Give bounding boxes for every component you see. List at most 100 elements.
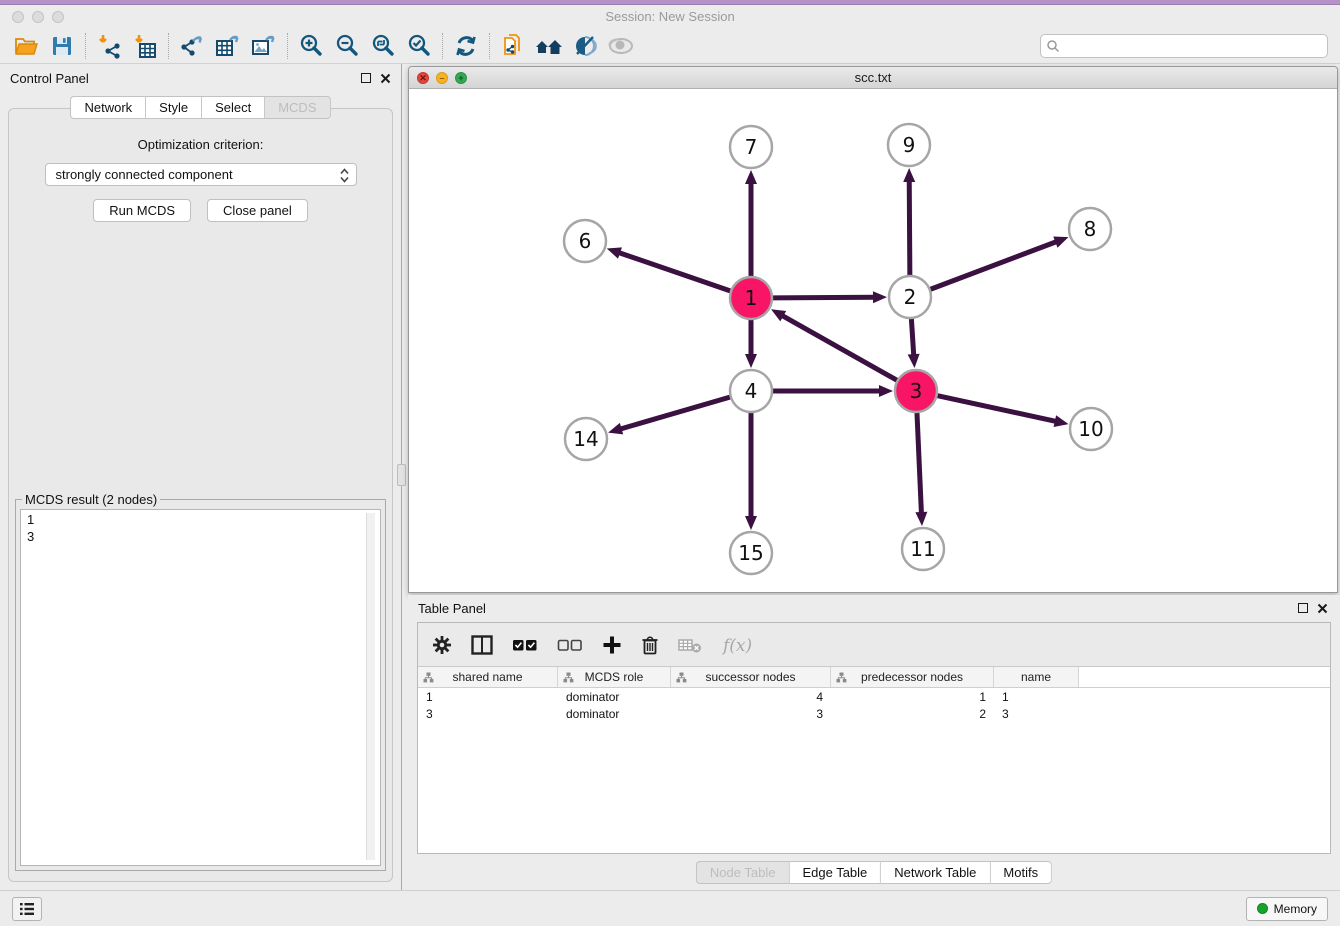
column-header-shared-name[interactable]: shared name bbox=[418, 667, 558, 687]
tab-node-table[interactable]: Node Table bbox=[696, 861, 790, 884]
home-icon bbox=[534, 34, 564, 58]
column-header-predecessor-nodes[interactable]: predecessor nodes bbox=[831, 667, 994, 687]
tab-select[interactable]: Select bbox=[202, 96, 265, 119]
graph-edge-arrowhead bbox=[607, 247, 622, 258]
toolbar-separator bbox=[489, 33, 490, 59]
table-cell[interactable]: 4 bbox=[671, 690, 831, 704]
select-all-icon[interactable] bbox=[512, 637, 538, 653]
table-cell[interactable]: dominator bbox=[558, 707, 671, 721]
table-cell[interactable]: 1 bbox=[994, 690, 1079, 704]
save-session-button[interactable] bbox=[44, 32, 80, 60]
table-cell[interactable]: 1 bbox=[831, 690, 994, 704]
column-layout-icon[interactable] bbox=[471, 635, 493, 655]
table-row[interactable]: 3 dominator 3 2 3 bbox=[418, 705, 1330, 722]
add-column-icon[interactable] bbox=[602, 635, 622, 655]
mcds-result-text[interactable]: 1 3 bbox=[20, 509, 381, 866]
toolbar-separator bbox=[287, 33, 288, 59]
toolbar-separator bbox=[168, 33, 169, 59]
hide-graphics-button[interactable] bbox=[567, 32, 603, 60]
deselect-all-icon[interactable] bbox=[557, 637, 583, 653]
search-field-wrap bbox=[1040, 34, 1328, 58]
vertical-splitter-handle[interactable] bbox=[397, 464, 406, 486]
table-cell[interactable]: dominator bbox=[558, 690, 671, 704]
graph-node-label: 2 bbox=[904, 285, 917, 309]
control-panel: Control Panel Network Style Select MCDS … bbox=[0, 64, 402, 890]
graph-node-label: 9 bbox=[903, 133, 916, 157]
optimization-criterion-dropdown[interactable]: strongly connected component bbox=[45, 163, 357, 186]
graph-edge-2-3[interactable] bbox=[911, 319, 913, 356]
memory-label: Memory bbox=[1274, 902, 1317, 916]
graph-edge-3-11[interactable] bbox=[917, 413, 921, 514]
table-cell[interactable]: 3 bbox=[994, 707, 1079, 721]
table-cell[interactable]: 2 bbox=[831, 707, 994, 721]
table-panel: Table Panel bbox=[408, 595, 1340, 890]
column-header-successor-nodes[interactable]: successor nodes bbox=[671, 667, 831, 687]
graph-edge-1-2[interactable] bbox=[773, 297, 875, 298]
network-graph-canvas[interactable]: 7968124314101511 bbox=[409, 89, 1337, 592]
zoom-out-button[interactable] bbox=[329, 32, 365, 60]
open-folder-icon bbox=[13, 34, 39, 58]
zoom-in-button[interactable] bbox=[293, 32, 329, 60]
result-scrollbar[interactable] bbox=[366, 513, 375, 860]
toolbar-separator bbox=[442, 33, 443, 59]
clone-network-icon bbox=[500, 33, 526, 59]
export-network-button[interactable] bbox=[174, 32, 210, 60]
tab-network-table[interactable]: Network Table bbox=[881, 861, 990, 884]
tab-style[interactable]: Style bbox=[146, 96, 202, 119]
close-panel-button[interactable]: Close panel bbox=[207, 199, 308, 222]
tab-network[interactable]: Network bbox=[70, 96, 146, 119]
table-panel-title: Table Panel bbox=[418, 601, 486, 616]
import-network-button[interactable] bbox=[91, 32, 127, 60]
network-window-titlebar[interactable]: ✕ – + scc.txt bbox=[409, 67, 1337, 89]
graph-edge-1-6[interactable] bbox=[618, 252, 730, 290]
graph-node-label: 11 bbox=[910, 537, 935, 561]
tab-edge-table[interactable]: Edge Table bbox=[789, 861, 881, 884]
table-settings-gear-icon[interactable] bbox=[432, 635, 452, 655]
list-icon bbox=[19, 902, 35, 916]
table-cell[interactable]: 1 bbox=[418, 690, 558, 704]
graph-edge-3-1[interactable] bbox=[781, 315, 896, 380]
table-cell[interactable]: 3 bbox=[418, 707, 558, 721]
network-window-title: scc.txt bbox=[409, 70, 1337, 85]
import-table-button[interactable] bbox=[127, 32, 163, 60]
memory-button[interactable]: Memory bbox=[1246, 897, 1328, 921]
tab-mcds[interactable]: MCDS bbox=[265, 96, 330, 119]
close-panel-icon[interactable] bbox=[380, 73, 391, 84]
close-table-panel-icon[interactable] bbox=[1317, 603, 1328, 614]
eye-icon bbox=[607, 34, 635, 58]
graph-edge-arrowhead bbox=[745, 516, 757, 530]
graph-edge-arrowhead bbox=[873, 291, 887, 303]
zoom-out-icon bbox=[334, 33, 360, 59]
export-image-button[interactable] bbox=[246, 32, 282, 60]
graph-edge-2-8[interactable] bbox=[931, 241, 1058, 289]
dropdown-selected-value: strongly connected component bbox=[56, 167, 233, 182]
refresh-icon bbox=[453, 33, 479, 59]
column-label: name bbox=[1021, 670, 1051, 684]
graph-edge-3-10[interactable] bbox=[937, 396, 1056, 422]
delete-column-trash-icon[interactable] bbox=[641, 635, 659, 655]
float-table-panel-icon[interactable] bbox=[1298, 603, 1308, 613]
table-row[interactable]: 1 dominator 4 1 1 bbox=[418, 688, 1330, 705]
float-panel-icon[interactable] bbox=[361, 73, 371, 83]
column-header-name[interactable]: name bbox=[994, 667, 1079, 687]
show-panels-list-button[interactable] bbox=[12, 897, 42, 921]
graph-edge-arrowhead bbox=[745, 354, 757, 368]
run-mcds-button[interactable]: Run MCDS bbox=[93, 199, 191, 222]
refresh-button[interactable] bbox=[448, 32, 484, 60]
column-header-mcds-role[interactable]: MCDS role bbox=[558, 667, 671, 687]
tab-motifs[interactable]: Motifs bbox=[990, 861, 1052, 884]
clone-network-button[interactable] bbox=[495, 32, 531, 60]
table-cell[interactable]: 3 bbox=[671, 707, 831, 721]
open-session-button[interactable] bbox=[8, 32, 44, 60]
graph-edge-4-14[interactable] bbox=[620, 397, 730, 429]
control-panel-title: Control Panel bbox=[10, 71, 89, 86]
column-label: shared name bbox=[452, 670, 522, 684]
search-input[interactable] bbox=[1040, 34, 1328, 58]
zoom-fit-button[interactable] bbox=[365, 32, 401, 60]
export-table-button[interactable] bbox=[210, 32, 246, 60]
zoom-selected-icon bbox=[406, 33, 432, 59]
zoom-selected-button[interactable] bbox=[401, 32, 437, 60]
graph-edge-2-9[interactable] bbox=[909, 180, 910, 275]
home-layout-button[interactable] bbox=[531, 32, 567, 60]
hierarchy-icon bbox=[563, 672, 574, 683]
